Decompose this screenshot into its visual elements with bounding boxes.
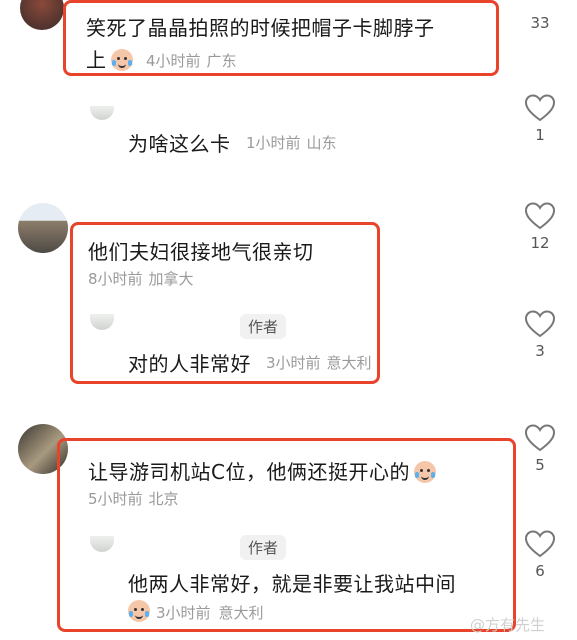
comment-text: 让导游司机站C位，他俩还挺开心的 [88,456,436,485]
location: 山东 [306,134,337,152]
location: 意大利 [218,604,264,622]
like-button[interactable]: 1 [520,94,560,144]
like-count: 3 [535,342,545,360]
comment-text: 为啥这么卡 [128,132,231,156]
comment-meta: 8小时前 加拿大 [88,268,194,289]
heart-outline-icon [525,310,555,338]
location: 加拿大 [148,270,194,288]
like-button[interactable]: 3 [520,310,560,360]
time: 1小时前 [246,134,301,152]
like-count: 5 [535,456,545,474]
reply-text: 他两人非常好，就是非要让我站中间 [128,572,456,596]
heart-outline-icon [525,530,555,558]
heart-outline-icon [525,94,555,122]
reply-meta-row: 3小时前 意大利 [128,600,264,623]
like-count: 1 [535,126,545,144]
watermark: @方有先生 [470,616,546,634]
crying-laugh-emoji-icon [128,600,150,622]
author-badge: 作者 [240,535,287,560]
avatar[interactable] [18,203,68,253]
location: 广东 [206,52,237,70]
author-badge: 作者 [240,314,287,339]
comment-meta: 1小时前 山东 [246,132,337,153]
like-count: 6 [535,562,545,580]
time: 4小时前 [146,52,201,70]
comment-meta: 5小时前 北京 [88,488,179,509]
time: 3小时前 [266,354,321,372]
crying-laugh-emoji-icon [110,49,133,71]
comment-text: 他们夫妇很接地气很亲切 [88,240,314,264]
avatar[interactable] [90,106,114,120]
like-button[interactable]: 33 [520,0,560,32]
time: 5小时前 [88,490,143,508]
like-button[interactable]: 12 [520,202,560,252]
comment-text: 笑死了晶晶拍照的时候把帽子卡脚脖子 [86,16,435,40]
location: 北京 [148,490,179,508]
location: 意大利 [326,354,372,372]
time: 8小时前 [88,270,143,288]
avatar[interactable] [20,0,64,30]
comment-text-cont: 上 [86,44,133,73]
like-count: 12 [530,234,550,252]
heart-outline-icon [525,202,555,230]
time: 3小时前 [156,604,211,622]
heart-outline-icon [525,424,555,452]
like-button[interactable]: 5 [520,424,560,474]
like-button[interactable]: 6 [520,530,560,580]
comment-meta: 4小时前 广东 [146,50,237,71]
crying-laugh-emoji-icon [413,461,436,483]
reply-text: 对的人非常好 [128,352,251,376]
like-count: 33 [530,14,550,32]
reply-meta: 3小时前 意大利 [266,352,372,373]
